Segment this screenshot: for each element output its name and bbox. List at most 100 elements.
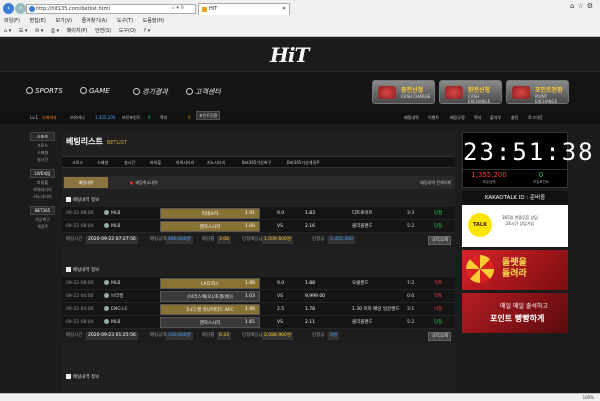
page-title: 베팅리스트 BETLIST <box>66 137 127 146</box>
kakao-title: KAKAOTALK ID : 준비중 <box>462 191 568 205</box>
sidebar-head-sports[interactable]: 스포츠 <box>30 132 55 141</box>
bet-summary: 배팅시간 2020-09-22 07:27:56 배팅금액 490,000원 배… <box>62 233 455 247</box>
right-panel: 23:51:38 1,355,200 보유금액 0 보유포인트 KAKAOTALK … <box>462 132 593 333</box>
nav-sports[interactable]: SPORTS <box>26 87 63 95</box>
delete-all-button[interactable]: 배팅내역 전체삭제 <box>420 176 451 189</box>
mail-icon[interactable]: ✉ ▾ <box>35 28 43 34</box>
filter-bar: 배팅내역 배팅취소내역 배팅내역 전체삭제 <box>62 176 455 189</box>
sidebar-item-powerball[interactable]: 파워볼 <box>30 179 55 186</box>
home-icon[interactable]: ⌂ ▾ <box>4 28 11 34</box>
chips-icon <box>445 86 463 99</box>
msg-count: 0 <box>188 115 191 120</box>
sidebar-head-livegame[interactable]: LIVE게임 <box>30 169 55 178</box>
sidebar-item-special[interactable]: 스페셜 <box>30 149 55 156</box>
url-text: http://hit135.com/betlist.html <box>36 6 110 12</box>
link-betlist[interactable]: 베팅내역 <box>404 111 419 124</box>
link-event[interactable]: 이벤트 <box>428 111 439 124</box>
address-tools[interactable]: ⌕ ▾ ↻ <box>172 4 196 14</box>
page-icon <box>29 6 35 12</box>
select-checkbox[interactable] <box>66 267 71 272</box>
nav-game[interactable]: GAME <box>80 87 110 95</box>
sidebar-item-kinoladder[interactable]: 키노사다리 <box>30 193 55 200</box>
table-row: 09-22 08:00 MLB 미네소타 1.91 9.0 1.83 디트로이트… <box>62 207 455 220</box>
status-badge: 당첨 <box>434 224 443 229</box>
address-bar[interactable]: http://hit135.com/betlist.html <box>26 4 196 14</box>
sidebar-item-cross[interactable]: 크로스 <box>30 142 55 149</box>
bet-summary: 배팅시간 2020-09-23 01:25:56 배팅금액 330,000원 배… <box>62 329 455 343</box>
cmd-safety[interactable]: 안전(S) <box>95 28 111 34</box>
tab-special[interactable]: 스페셜 <box>97 160 108 166</box>
tab-live[interactable]: 실시간 <box>124 160 135 166</box>
filter-cancel[interactable]: 배팅취소내역 <box>130 176 158 189</box>
sidebar-item-powerladder[interactable]: 파워사다리 <box>30 186 55 193</box>
link-charge[interactable]: 충전 <box>511 111 518 124</box>
sidebar-head-bet365[interactable]: BET365 <box>30 206 55 215</box>
gamepad-icon <box>80 87 87 94</box>
site: HiT SPORTS GAME 경기결과 고객센터 충전신청 CASH CHAR… <box>0 37 600 393</box>
menu-view[interactable]: 보기(V) <box>55 18 72 24</box>
sidebar-item-vsoccer[interactable]: 가상축구 <box>30 216 55 223</box>
point-label: 보유포인트 <box>122 115 141 120</box>
tab-powerladder[interactable]: 파워사다리 <box>176 160 194 166</box>
attendance-banner[interactable]: 매일 매일 출석하고 포인트 빵빵하게 <box>462 293 568 333</box>
tab-title: HIT <box>209 6 218 12</box>
tab-kinoladder[interactable]: 키노사다리 <box>207 160 225 166</box>
cmd-tools[interactable]: 도구(O) <box>119 28 136 34</box>
sidebar-item-live[interactable]: 실시간 <box>30 156 55 163</box>
filter-betlist[interactable]: 배팅내역 <box>64 177 108 188</box>
nav-support[interactable]: 고객센터 <box>186 87 221 97</box>
tab-vsoccer[interactable]: Bet365가상축구 <box>242 160 271 166</box>
sidebar: 스포츠 크로스 스페셜 실시간 LIVE게임 파워볼 파워사다리 키노사다리 B… <box>30 132 55 230</box>
chips-icon <box>378 86 396 99</box>
window-controls[interactable]: ⌂☆⚙ <box>570 2 596 10</box>
point-convert-button[interactable]: 포인트전환 <box>196 111 221 120</box>
help-icon[interactable]: ? ▾ <box>143 28 150 34</box>
zoom-level[interactable]: 100% <box>583 395 594 400</box>
bet-block-3: 베팅내역 정보 <box>62 372 455 384</box>
link-message[interactable]: 쪽지 <box>474 111 481 124</box>
print-icon[interactable]: ⎙ ▾ <box>51 28 59 34</box>
exchange-button[interactable]: 환전신청 CASH EXCHANGE <box>439 80 502 104</box>
select-checkbox[interactable] <box>66 374 71 379</box>
status-badge: 당첨 <box>434 211 443 216</box>
delete-history-button[interactable]: 내역삭제 <box>428 236 451 245</box>
link-attendance[interactable]: 출석부 <box>490 111 501 124</box>
close-tab-icon[interactable]: ✕ <box>282 4 286 15</box>
site-logo[interactable]: HiT <box>270 43 309 67</box>
tab-dograce[interactable]: Bet365가상개경주 <box>287 160 320 166</box>
roulette-banner[interactable]: 돌렛을 돌려라 <box>462 250 568 290</box>
site-favicon-icon <box>202 7 207 12</box>
kakao-box[interactable]: TALK 365일 연중무휴 상담 24시간 상담가능 <box>462 205 568 247</box>
sidebar-item-dograce[interactable]: 개경주 <box>30 223 55 230</box>
point-value: 0 <box>148 115 151 120</box>
balance-money: 1,355,200 <box>471 171 507 179</box>
game-tabs: 크로스 스페셜 실시간 파워볼 파워사다리 키노사다리 Bet365가상축구 B… <box>62 156 455 168</box>
nav-results[interactable]: 경기결과 <box>133 87 168 97</box>
status-badge: 낙첨 <box>434 307 443 312</box>
menu-help[interactable]: 도움말(H) <box>143 18 164 24</box>
user-level: Lv.1 <box>30 115 39 120</box>
browser-tab[interactable]: HIT ✕ <box>198 3 290 15</box>
msg-label: 쪽지 <box>160 115 168 120</box>
table-row: 09-22 04:00 브라질 [브라스예(오)/포겔(베)] 1.03 VS … <box>62 290 455 303</box>
link-logout[interactable]: 로그아웃 <box>528 111 543 124</box>
charge-button[interactable]: 충전신청 CASH CHARGE <box>372 80 435 104</box>
bet-block-head: 베팅내역 정보 <box>62 372 455 384</box>
select-checkbox[interactable] <box>66 197 71 202</box>
page-subtitle: BETLIST <box>106 140 127 146</box>
point-exchange-button[interactable]: 포인트전환 POINT EXCHANGE <box>506 80 569 104</box>
menu-favorites[interactable]: 즐겨찾기(A) <box>82 18 108 24</box>
delete-history-button[interactable]: 내역삭제 <box>428 332 451 341</box>
menu-edit[interactable]: 편집(E) <box>30 18 46 24</box>
tab-powerball[interactable]: 파워볼 <box>150 160 161 166</box>
link-rules[interactable]: 베팅규정 <box>450 111 465 124</box>
bet-block-head: 베팅내역 정보 <box>62 195 455 207</box>
forward-button[interactable]: › <box>15 3 26 14</box>
menu-tools[interactable]: 도구(T) <box>117 18 133 24</box>
username: 오래하자 <box>42 115 57 120</box>
tab-cross[interactable]: 크로스 <box>72 160 83 166</box>
feed-icon[interactable]: ☰ ▾ <box>19 28 28 34</box>
menu-file[interactable]: 파일(F) <box>4 18 20 24</box>
back-button[interactable]: ‹ <box>3 3 14 14</box>
cmd-page[interactable]: 페이지(P) <box>67 28 88 34</box>
